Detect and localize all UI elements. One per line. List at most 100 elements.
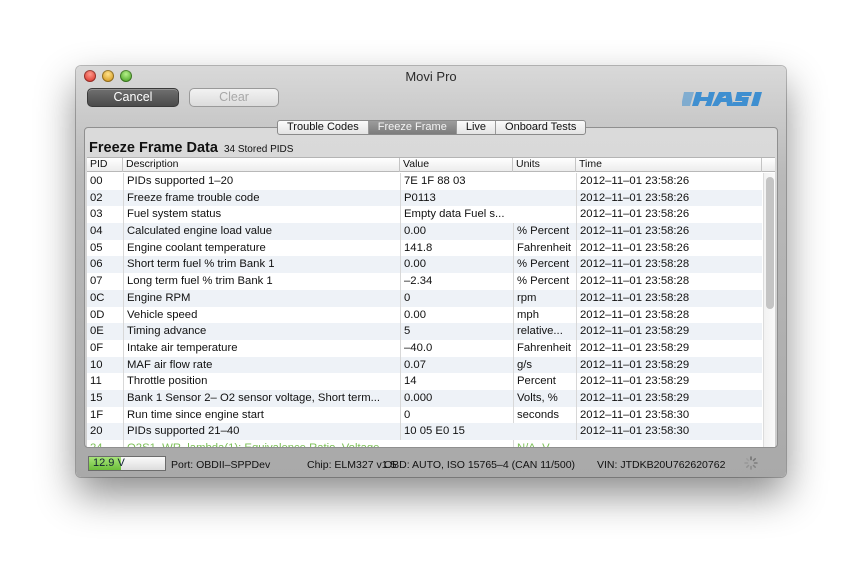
value-cell: –40.0 — [400, 339, 513, 357]
table-row[interactable]: 11 Throttle position 14 Percent 2012–11–01 … — [87, 373, 762, 390]
table-row[interactable]: 0D Vehicle speed 0.00 mph 2012–11–01 23:58:2… — [87, 306, 762, 324]
table-row[interactable]: 07 Long term fuel % trim Bank 1 –2.34% Per… — [87, 273, 762, 290]
obd-status: OBD: AUTO, ISO 15765–4 (CAN 11/500) — [384, 459, 576, 471]
tab-live[interactable]: Live — [457, 121, 497, 134]
column-header-pid[interactable]: PID — [87, 158, 123, 172]
column-header-value[interactable]: Value — [400, 158, 513, 172]
units-cell: mph — [513, 306, 576, 324]
description-cell: Calculated engine load value — [123, 223, 400, 240]
pid-cell: 04 — [90, 225, 103, 238]
table-row[interactable]: 0F Intake air temperature –40.0 Fahrenheit 2… — [87, 339, 762, 357]
table-row[interactable]: 0E Timing advance 5 relative... 2012–11–01 2… — [87, 323, 762, 340]
pid-cell: 20 — [90, 425, 103, 438]
value-cell: 7E 1F 88 03 — [400, 173, 513, 190]
description-cell: PIDs supported 1–20 — [123, 173, 400, 190]
pid-cell: 0E — [90, 325, 104, 338]
pid-cell: 15 — [90, 391, 103, 404]
units-cell: seconds — [513, 406, 576, 424]
tab-trouble-codes[interactable]: Trouble Codes — [278, 121, 369, 134]
time-cell: 2012–11–01 23:58:29 — [576, 373, 762, 390]
pid-cell: 0F — [90, 341, 104, 354]
status-bar: 12.9 V Port: OBDII–SPPDev Chip: ELM327 v… — [76, 450, 786, 477]
panel-title-text: Freeze Frame Data — [89, 140, 218, 156]
description-cell: O2S1_WR_lambda(1): Equivalence Ratio, Vo… — [123, 440, 400, 447]
table-row[interactable]: 04 Calculated engine load value 0.00% Perc… — [87, 223, 762, 240]
value-cell: 10 05 E0 15 — [400, 423, 513, 441]
time-cell: 2012–11–01 23:58:26 — [576, 173, 762, 190]
table-row[interactable]: 03 Fuel system status Empty data Fuel s...… — [87, 206, 762, 224]
time-cell: 2012–11–01 23:58:29 — [576, 389, 762, 407]
value-cell: 14 — [400, 373, 513, 390]
time-cell: 2012–11–01 23:58:29 — [576, 356, 762, 374]
freeze-frame-panel: Freeze Frame Data 34 Stored PIDS PID Desc… — [84, 127, 778, 448]
value-cell: Empty data Fuel s... — [400, 206, 513, 224]
units-cell: % Percent — [513, 223, 576, 240]
value-cell: 0 — [400, 289, 513, 307]
vin-status: VIN: JTDKB20U762620762 — [597, 459, 726, 471]
table-row[interactable]: 06 Short term fuel % trim Bank 1 0.00% Per… — [87, 256, 762, 274]
description-cell: Vehicle speed — [123, 306, 400, 324]
time-cell: 2012–11–01 23:58:30 — [576, 406, 762, 424]
pid-cell: 02 — [90, 191, 103, 204]
cancel-button[interactable]: Cancel — [87, 88, 179, 107]
time-cell: 2012–11–01 23:58:28 — [576, 273, 762, 290]
value-cell: 141.8 — [400, 239, 513, 257]
stored-pids-count: 34 Stored PIDS — [223, 144, 294, 155]
table-row[interactable]: 10 MAF air flow rate 0.07 g/s 2012–11–01 23:… — [87, 356, 762, 374]
table-row[interactable]: 02 Freeze frame trouble code P0113 2012–11–… — [87, 189, 762, 207]
table-row[interactable]: 20 PIDs supported 21–40 10 05 E0 15 2012–11… — [87, 423, 762, 441]
view-tabs: Trouble Codes Freeze Frame Live Onboard … — [277, 120, 587, 135]
voltage-readout: 12.9 V — [93, 457, 125, 469]
pid-table: PID Description Value Units Time 00 PIDs … — [87, 157, 775, 447]
units-cell: % Percent — [513, 256, 576, 274]
units-cell: Volts, % — [513, 389, 576, 407]
table-row[interactable]: 00 PIDs supported 1–20 7E 1F 88 03 2012–11–… — [87, 173, 762, 190]
panel-title: Freeze Frame Data 34 Stored PIDS — [89, 140, 293, 156]
pid-cell: 06 — [90, 258, 103, 271]
time-cell: 2012–11–01 23:58:29 — [576, 339, 762, 357]
description-cell: Fuel system status — [123, 206, 400, 224]
units-cell: relative... — [513, 323, 576, 340]
table-row[interactable]: 0C Engine RPM 0 rpm 2012–11–01 23:58:28 — [87, 289, 762, 307]
table-row[interactable]: 15 Bank 1 Sensor 2– O2 sensor voltage, Sh… — [87, 389, 762, 407]
clear-button[interactable]: Clear — [189, 88, 279, 107]
chip-status: Chip: ELM327 v1.5 — [307, 459, 397, 471]
value-cell: 0.000 — [400, 389, 513, 407]
units-cell: Percent — [513, 373, 576, 390]
description-cell: MAF air flow rate — [123, 356, 400, 374]
tab-freeze-frame[interactable]: Freeze Frame — [368, 121, 457, 134]
pid-cell: 07 — [90, 275, 103, 288]
time-cell: 2012–11–01 23:58:28 — [576, 256, 762, 274]
column-header-units[interactable]: Units — [513, 158, 576, 172]
spinner-icon — [744, 456, 758, 470]
pid-cell: 05 — [90, 241, 103, 254]
title-bar: Movi Pro — [76, 66, 786, 86]
pid-cell: 10 — [90, 358, 103, 371]
vertical-scrollbar[interactable] — [763, 173, 775, 447]
pid-cell: 03 — [90, 208, 103, 221]
value-cell: 0.07 — [400, 356, 513, 374]
description-cell: Long term fuel % trim Bank 1 — [123, 273, 400, 290]
units-cell: N/A, V — [513, 440, 576, 447]
column-header-description[interactable]: Description — [123, 158, 400, 172]
table-row[interactable]: 05 Engine coolant temperature 141.8 Fahrenh… — [87, 239, 762, 257]
description-cell: PIDs supported 21–40 — [123, 423, 400, 441]
scrollbar-thumb[interactable] — [766, 177, 774, 309]
time-cell: 2012–11–01 23:58:28 — [576, 306, 762, 324]
value-cell: 0.00 — [400, 256, 513, 274]
value-cell: –2.34 — [400, 273, 513, 290]
tab-onboard-tests[interactable]: Onboard Tests — [496, 121, 585, 134]
battery-voltage-meter: 12.9 V — [88, 456, 166, 471]
description-cell: Throttle position — [123, 373, 400, 390]
table-body: 00 PIDs supported 1–20 7E 1F 88 03 2012–11–… — [87, 173, 762, 447]
value-cell: 0.00 — [400, 306, 513, 324]
pid-cell: 00 — [90, 175, 103, 187]
description-cell: Engine coolant temperature — [123, 239, 400, 257]
table-row[interactable]: 1F Run time since engine start 0 seconds 201… — [87, 406, 762, 424]
pid-cell: 0C — [90, 291, 105, 304]
time-cell: 2012–11–01 23:58:30 — [576, 423, 762, 441]
column-header-time[interactable]: Time — [576, 158, 762, 172]
table-row[interactable]: 24O2S1_WR_lambda(1): Equivalence Ratio, … — [87, 440, 762, 447]
description-cell: Short term fuel % trim Bank 1 — [123, 256, 400, 274]
units-cell: % Percent — [513, 273, 576, 290]
